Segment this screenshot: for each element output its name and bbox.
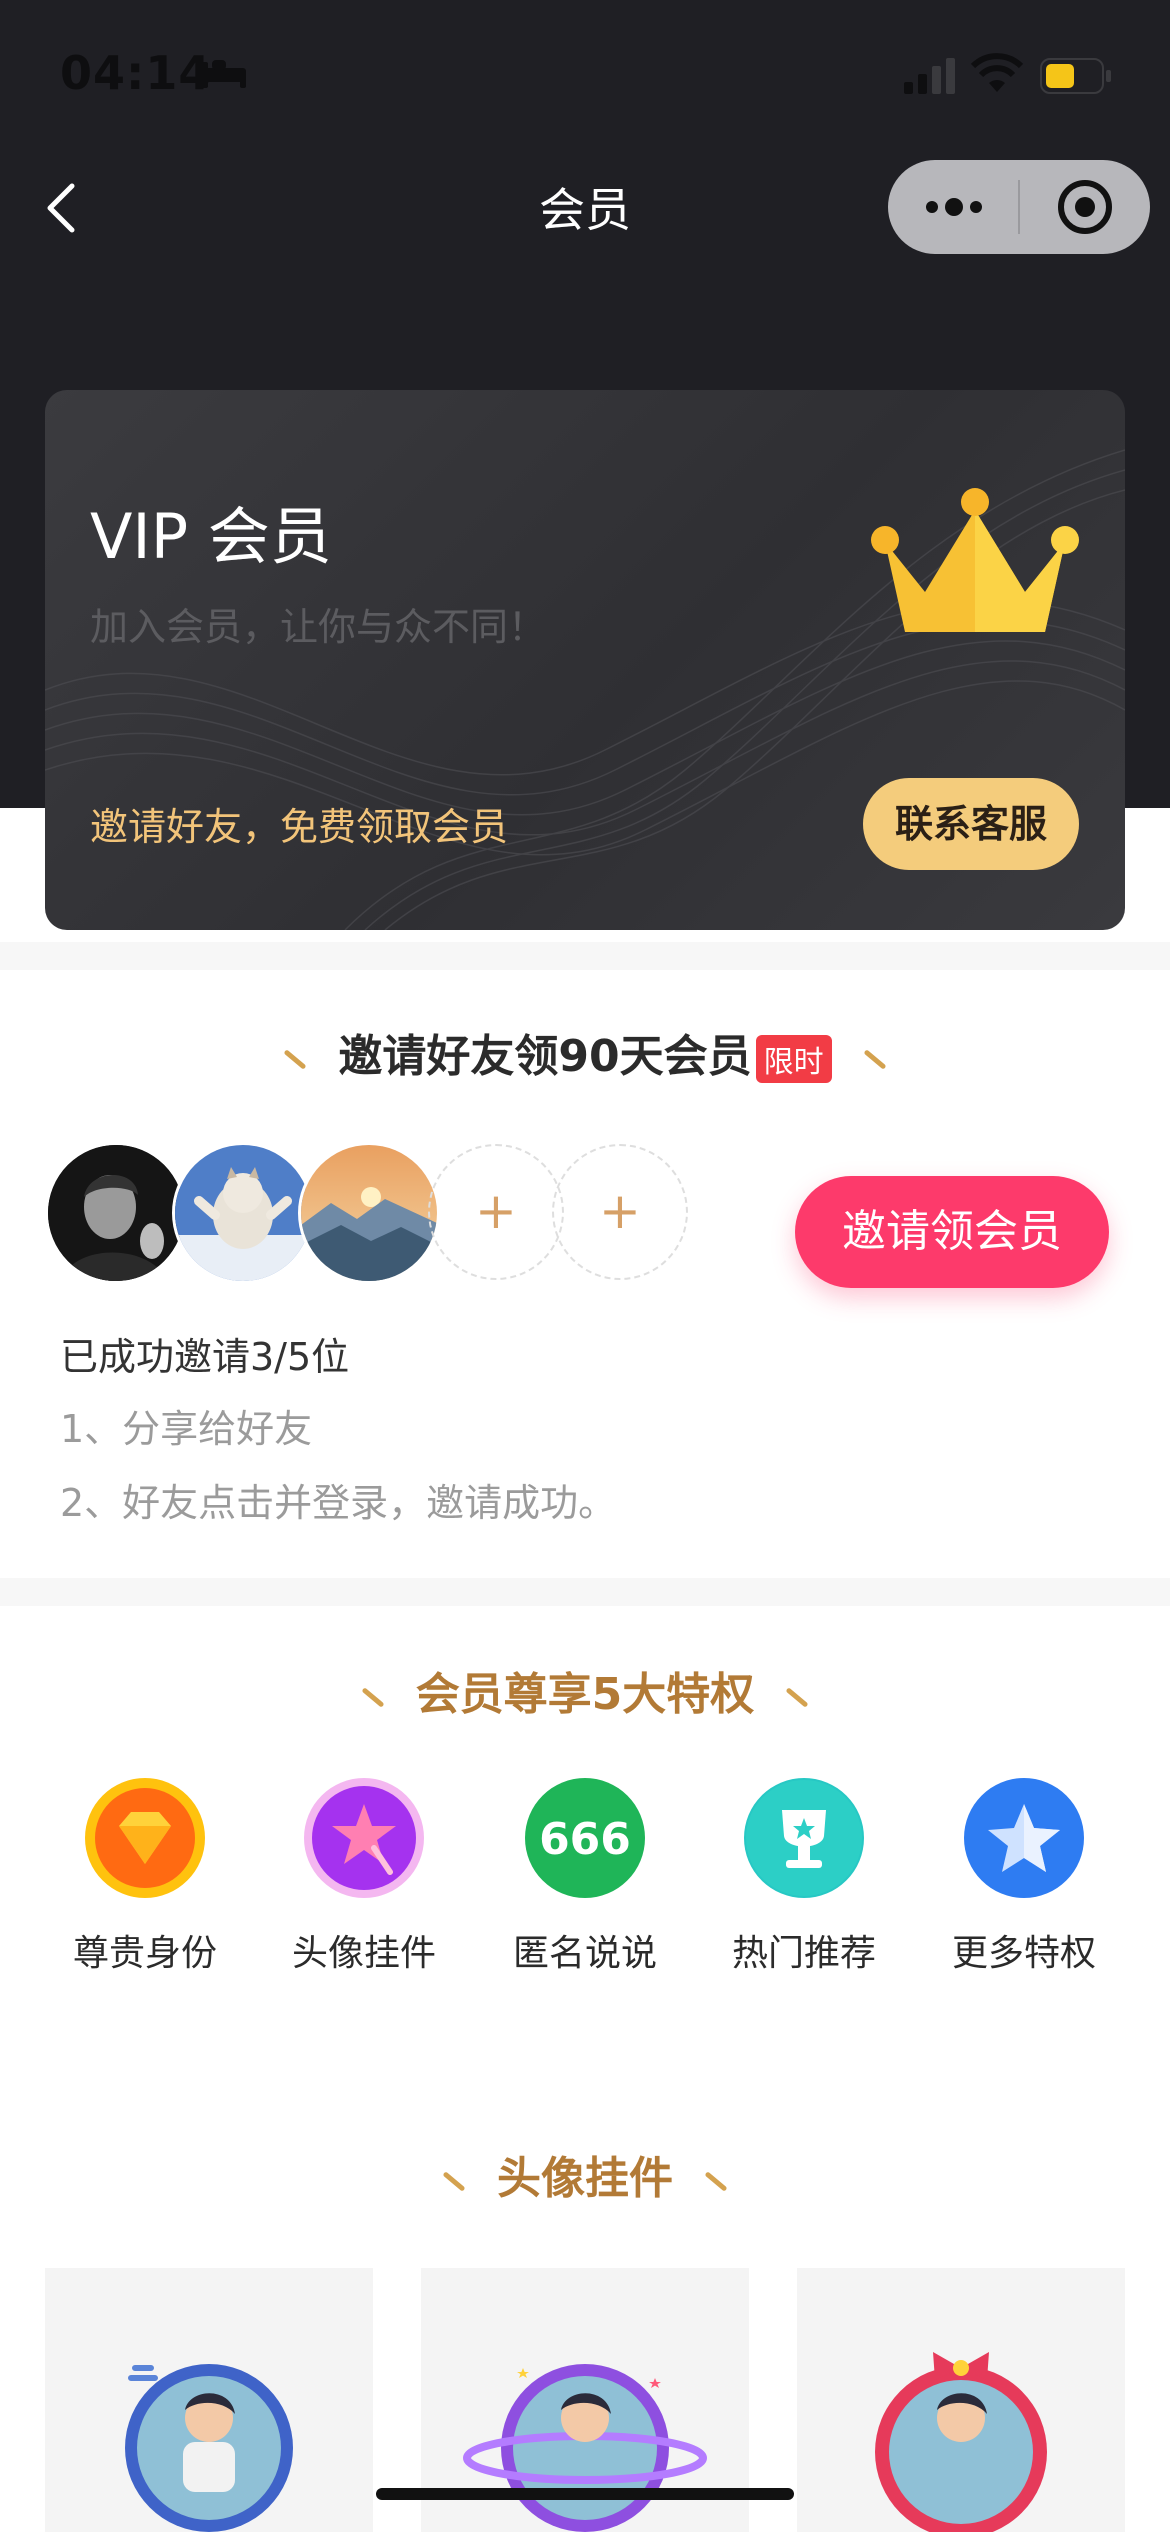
- frames-title-text: 头像挂件: [497, 2153, 673, 2204]
- avatar: [298, 1142, 440, 1284]
- privilege-label: 尊贵身份: [72, 1933, 217, 1974]
- add-slot-label: +: [599, 1182, 641, 1240]
- empty-invite-slot[interactable]: +: [552, 1144, 688, 1280]
- invite-progress-text: 已成功邀请3/5位: [60, 1335, 350, 1379]
- vip-title: VIP 会员: [90, 500, 332, 573]
- 666-badge-text: 666: [539, 1814, 631, 1865]
- diamond-icon: [85, 1778, 205, 1898]
- privileges-title-text: 会员尊享5大特权: [415, 1669, 755, 1720]
- cellular-signal-icon: [904, 58, 955, 94]
- avatar: [45, 1142, 187, 1284]
- invite-free-link[interactable]: 邀请好友，免费领取会员: [90, 796, 508, 851]
- privilege-item[interactable]: 更多特权: [944, 1778, 1104, 1976]
- man-portrait-avatar: [48, 1145, 184, 1281]
- privilege-item[interactable]: 尊贵身份: [65, 1778, 225, 1976]
- frames-section-title: 头像挂件: [0, 2142, 1170, 2206]
- close-target-icon[interactable]: [1056, 178, 1114, 236]
- invite-section-title: 邀请好友领90天会员 限时: [0, 1020, 1170, 1084]
- crown-icon: [871, 488, 1079, 632]
- privilege-label: 匿名说说: [512, 1933, 657, 1974]
- invite-step-2: 2、好友点击并登录，邀请成功。: [60, 1481, 617, 1525]
- title-decoration-left: [361, 1686, 385, 1708]
- capsule-divider: [1018, 180, 1020, 234]
- home-indicator[interactable]: [376, 2488, 794, 2500]
- star-icon: [964, 1778, 1084, 1898]
- title-decoration-right: [785, 1686, 809, 1708]
- status-time: 04:14: [60, 46, 212, 100]
- status-bar: 04:14: [0, 0, 1170, 150]
- empty-invite-slot[interactable]: +: [428, 1144, 564, 1280]
- title-decoration-left: [442, 2170, 466, 2192]
- add-slot-label: +: [475, 1182, 517, 1240]
- wifi-icon: [970, 53, 1024, 92]
- title-decoration-right: [863, 1048, 887, 1070]
- invite-title-text: 邀请好友领90天会员: [338, 1031, 752, 1082]
- limited-time-badge: 限时: [755, 1035, 832, 1083]
- avatar-frame-card[interactable]: [797, 2268, 1125, 2536]
- vip-subtitle: 加入会员，让你与众不同！: [90, 605, 547, 649]
- avatar: [172, 1142, 314, 1284]
- more-dots-icon[interactable]: [924, 194, 984, 220]
- privilege-label: 头像挂件: [291, 1933, 436, 1974]
- star-wand-icon: [304, 1778, 424, 1898]
- navigation-bar: 会员: [0, 150, 1170, 266]
- title-decoration-left: [283, 1048, 307, 1070]
- vip-card: VIP 会员 加入会员，让你与众不同！ 邀请好友，免费领取会员 联系客服: [45, 390, 1125, 930]
- red-bow-frame: [875, 2352, 1047, 2536]
- trophy-icon: [744, 1778, 864, 1898]
- privileges-section-title: 会员尊享5大特权: [0, 1658, 1170, 1722]
- blue-wave-frame: [125, 2364, 293, 2532]
- cat-avatar: [175, 1145, 311, 1281]
- privilege-item[interactable]: 热门推荐: [724, 1778, 884, 1976]
- invite-step-1: 1、分享给好友: [60, 1407, 313, 1451]
- avatar-frame-card[interactable]: [45, 2268, 373, 2532]
- miniprogram-capsule: [888, 160, 1150, 254]
- mountain-sunset-avatar: [301, 1145, 437, 1281]
- privilege-item[interactable]: 头像挂件: [284, 1778, 444, 1976]
- battery-icon: [1040, 58, 1111, 94]
- invite-for-membership-button[interactable]: 邀请领会员: [795, 1176, 1109, 1288]
- bed-icon: [202, 60, 246, 88]
- privilege-item[interactable]: 666 匿名说说: [505, 1778, 665, 1976]
- privilege-label: 热门推荐: [731, 1933, 876, 1974]
- section-divider: [0, 1578, 1170, 1606]
- section-divider: [0, 942, 1170, 970]
- contact-service-button[interactable]: 联系客服: [863, 778, 1079, 870]
- title-decoration-right: [704, 2170, 728, 2192]
- privilege-label: 更多特权: [951, 1933, 1096, 1974]
- 666-badge-icon: 666: [525, 1778, 645, 1898]
